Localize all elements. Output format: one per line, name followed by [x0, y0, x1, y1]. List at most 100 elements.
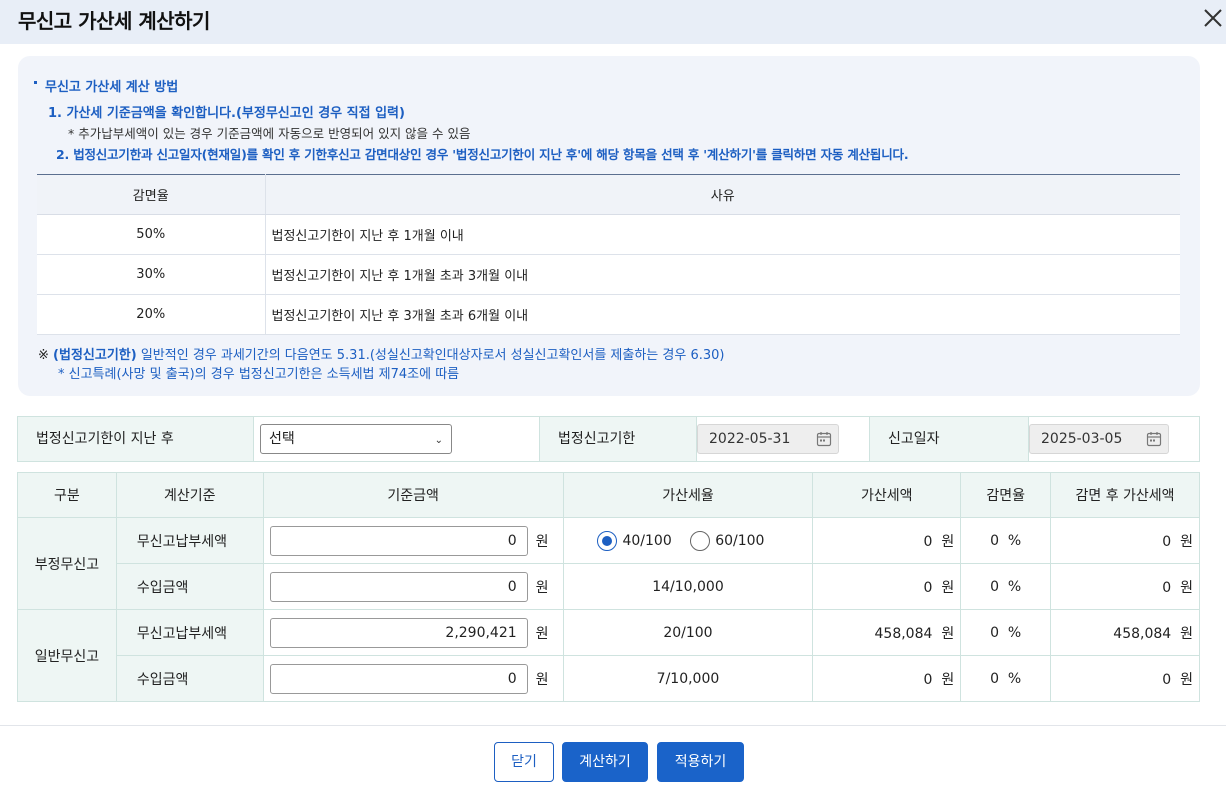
after-reduction-amount: 0: [1162, 533, 1172, 550]
penalty-amount-cell: 0 원: [812, 517, 962, 564]
close-button[interactable]: 닫기: [494, 742, 554, 782]
base-amount-input[interactable]: 0: [269, 525, 528, 556]
base-amount-input[interactable]: 0: [269, 571, 528, 602]
table-row: 수입금액 0원 7/10,000 0 원 0 % 0 원: [18, 655, 1200, 702]
table-row: 50% 법정신고기한이 지난 후 1개월 이내: [37, 214, 1180, 255]
base-amount-cell: 0원: [262, 517, 564, 564]
unit-percent: %: [1007, 532, 1022, 549]
base-amount-cell: 0원: [262, 563, 564, 610]
unit-percent: %: [1007, 670, 1022, 687]
report-date-field[interactable]: 2025-03-05: [1029, 424, 1169, 454]
reduction-rate-cell: 0 %: [960, 609, 1052, 656]
column-header-basis: 계산기준: [115, 472, 264, 518]
penalty-rate-radio-group: 40/100 60/100: [562, 517, 814, 564]
column-header-category: 구분: [17, 472, 117, 518]
column-header-reduction-rate: 감면율: [960, 472, 1052, 518]
unit-percent: %: [1007, 624, 1022, 641]
calculate-button[interactable]: 계산하기: [562, 742, 648, 782]
reference-mark: ※: [38, 348, 49, 363]
calculation-guide-panel: 무신고 가산세 계산 방법 1. 가산세 기준금액을 확인합니다.(부정무신고인…: [18, 56, 1200, 396]
after-deadline-label: 법정신고기한이 지난 후: [18, 417, 254, 461]
deadline-note: ※ (법정신고기한) 일반적인 경우 과세기간의 다음연도 5.31.(성실신고…: [38, 344, 724, 363]
report-date-label: 신고일자: [869, 417, 1029, 461]
table-row: 부정무신고 무신고납부세액 0원 40/100 60/100 0 원 0 % 0…: [17, 517, 1200, 610]
penalty-amount-cell: 458,084 원: [812, 609, 962, 656]
penalty-rate: 20/100: [562, 609, 814, 656]
reduction-rate: 0: [990, 578, 999, 595]
table-row: 일반무신고 무신고납부세액 2,290,421 원 20/100 458,084 …: [17, 609, 1200, 702]
base-amount-input[interactable]: 2,290,421: [269, 617, 528, 648]
dialog-title: 무신고 가산세 계산하기: [18, 9, 210, 33]
unit-won: 원: [535, 533, 549, 550]
deadline-bar: 법정신고기한이 지난 후 선택 ⌄ 법정신고기한 2022-05-31 신고일자…: [17, 416, 1200, 462]
column-header-base-amount: 기준금액: [262, 472, 564, 518]
basis-label: 수입금액: [115, 655, 264, 702]
penalty-rate: 14/10,000: [562, 563, 814, 610]
group-fraud-nonfiling: 부정무신고: [17, 517, 117, 610]
unit-won: 원: [941, 671, 955, 688]
table-row: 20% 법정신고기한이 지난 후 3개월 초과 6개월 이내: [37, 294, 1180, 335]
after-reduction-cell: 0 원: [1050, 563, 1200, 610]
penalty-amount-cell: 0 원: [812, 655, 962, 702]
penalty-amount: 0: [923, 671, 933, 688]
penalty-amount: 0: [923, 579, 933, 596]
unit-won: 원: [535, 625, 549, 642]
close-icon[interactable]: [1200, 4, 1226, 30]
apply-button[interactable]: 적용하기: [657, 742, 744, 782]
unit-won: 원: [1180, 579, 1193, 596]
bullet-icon: [34, 81, 37, 84]
deadline-date-value: 2022-05-31: [709, 431, 791, 447]
reduction-rate-cell: 0 %: [960, 655, 1052, 702]
basis-label: 무신고납부세액: [115, 609, 264, 656]
radio-label-40[interactable]: 40/100: [622, 533, 671, 549]
guide-step-2: 2. 법정신고기한과 신고일자(현재일)를 확인 후 기한후신고 감면대상인 경…: [56, 147, 909, 162]
deadline-date-field[interactable]: 2022-05-31: [697, 424, 839, 454]
radio-rate-40[interactable]: [597, 530, 618, 551]
rate-cell: 20%: [37, 294, 266, 335]
table-row: 30% 법정신고기한이 지난 후 1개월 초과 3개월 이내: [37, 254, 1180, 295]
unit-won: 원: [535, 671, 549, 688]
reduction-rate-table: 감면율 사유 50% 법정신고기한이 지난 후 1개월 이내 30% 법정신고기…: [37, 174, 1180, 335]
radio-rate-60[interactable]: [690, 530, 711, 551]
unit-won: 원: [1180, 625, 1193, 642]
unit-won: 원: [1180, 533, 1193, 550]
column-header-reason: 사유: [265, 174, 1180, 215]
guide-step-1: 1. 가산세 기준금액을 확인합니다.(부정무신고인 경우 직접 입력): [48, 106, 405, 121]
group-general-nonfiling: 일반무신고: [17, 609, 117, 702]
reduction-rate-cell: 0 %: [960, 563, 1052, 610]
report-date-value: 2025-03-05: [1041, 431, 1123, 447]
guide-step-1-note: * 추가납부세액이 있는 경우 기준금액에 자동으로 반영되어 있지 않을 수 …: [68, 126, 471, 141]
unit-won: 원: [941, 579, 955, 596]
penalty-amount-cell: 0 원: [812, 563, 962, 610]
penalty-calculation-table: 구분 계산기준 기준금액 가산세율 가산세액 감면율 감면 후 가산세액 부정무…: [17, 472, 1200, 702]
calendar-icon[interactable]: [816, 431, 832, 447]
penalty-rate: 7/10,000: [562, 655, 814, 702]
reason-cell: 법정신고기한이 지난 후 1개월 이내: [265, 214, 1180, 255]
table-row: 수입금액 0원 14/10,000 0 원 0 % 0 원: [18, 563, 1200, 610]
basis-label: 무신고납부세액: [115, 517, 264, 564]
after-reduction-amount: 0: [1162, 671, 1172, 688]
radio-label-60[interactable]: 60/100: [715, 533, 764, 549]
after-reduction-cell: 0 원: [1050, 655, 1200, 702]
special-case-note: * 신고특례(사망 및 출국)의 경우 법정신고기한은 소득세법 제74조에 따…: [58, 367, 460, 382]
reduction-rate: 0: [990, 670, 999, 687]
calendar-icon[interactable]: [1146, 431, 1162, 447]
basis-label: 수입금액: [115, 563, 264, 610]
unit-won: 원: [941, 533, 955, 550]
unit-won: 원: [535, 579, 549, 596]
unit-percent: %: [1007, 578, 1022, 595]
reason-cell: 법정신고기한이 지난 후 3개월 초과 6개월 이내: [265, 294, 1180, 335]
column-header-after-reduction: 감면 후 가산세액: [1050, 472, 1200, 518]
base-amount-cell: 2,290,421 원: [262, 609, 564, 656]
select-value: 선택: [269, 431, 295, 447]
column-header-rate: 감면율: [37, 174, 266, 215]
rate-cell: 50%: [37, 214, 266, 255]
after-deadline-select[interactable]: 선택 ⌄: [260, 424, 452, 454]
deadline-note-text: 일반적인 경우 과세기간의 다음연도 5.31.(성실신고확인대상자로서 성실신…: [140, 348, 725, 363]
column-header-penalty-rate: 가산세율: [562, 472, 814, 518]
guide-heading: 무신고 가산세 계산 방법: [34, 76, 178, 95]
reduction-rate: 0: [990, 624, 999, 641]
base-amount-input[interactable]: 0: [269, 663, 528, 694]
deadline-note-title: (법정신고기한): [53, 348, 137, 363]
penalty-amount: 458,084: [874, 625, 933, 642]
